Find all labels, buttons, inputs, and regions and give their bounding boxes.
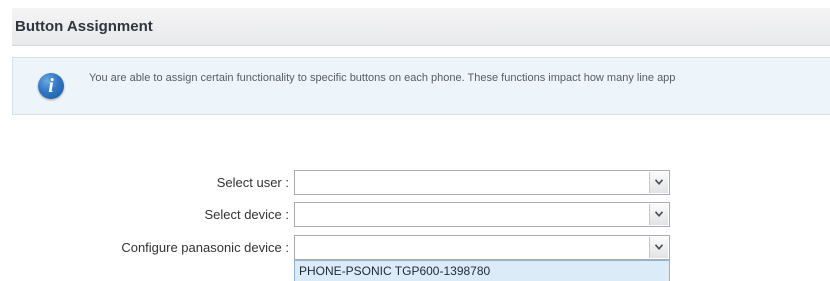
configure-device-options-list: PHONE-PSONIC TGP600-1398780 (294, 260, 670, 281)
select-user-row: Select user : (0, 170, 830, 196)
info-icon: i (38, 73, 64, 99)
info-message: i You are able to assign certain functio… (12, 57, 830, 115)
info-message-text: You are able to assign certain functiona… (89, 72, 676, 84)
chevron-down-icon (655, 179, 663, 185)
select-user-dropdown[interactable] (294, 170, 670, 195)
configure-device-dropdown[interactable] (294, 235, 670, 260)
chevron-down-icon (655, 244, 663, 250)
select-user-dropdown-button[interactable] (649, 172, 668, 193)
select-user-label: Select user : (216, 175, 289, 190)
select-device-dropdown-button[interactable] (649, 204, 668, 225)
section-header: Button Assignment (12, 8, 830, 46)
select-device-dropdown[interactable] (294, 202, 670, 227)
select-device-row: Select device : (0, 202, 830, 228)
configure-device-row: Configure panasonic device : (0, 235, 830, 261)
configure-device-label: Configure panasonic device : (121, 240, 289, 255)
page: Button Assignment i You are able to assi… (0, 0, 830, 281)
page-title: Button Assignment (15, 18, 153, 35)
chevron-down-icon (655, 211, 663, 217)
select-device-label: Select device : (204, 207, 289, 222)
dropdown-option[interactable]: PHONE-PSONIC TGP600-1398780 (299, 264, 490, 278)
configure-device-dropdown-button[interactable] (649, 237, 668, 258)
